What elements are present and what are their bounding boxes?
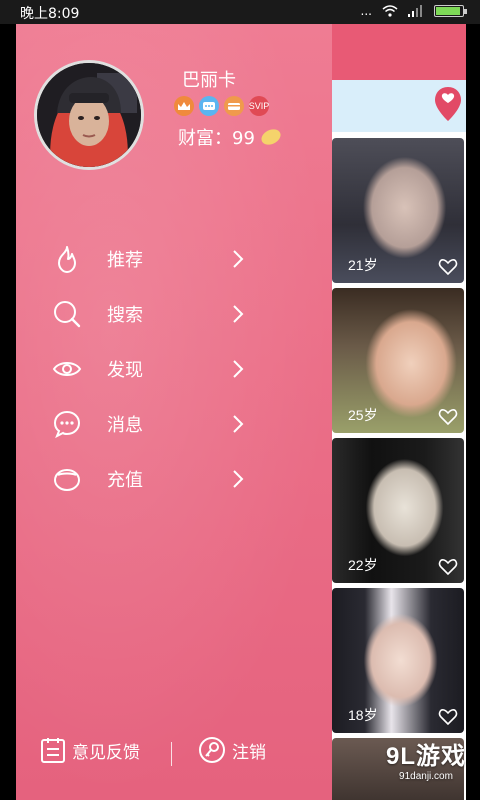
heart-icon[interactable]: [438, 257, 458, 277]
coin-icon: [258, 126, 283, 148]
photo-card[interactable]: 21岁: [332, 138, 464, 283]
avatar[interactable]: [34, 60, 144, 170]
app-header: [330, 24, 466, 80]
heart-icon[interactable]: [438, 557, 458, 577]
menu-label: 消息: [107, 415, 143, 436]
wifi-icon: [382, 5, 398, 17]
logout-button[interactable]: 注销: [198, 736, 266, 764]
chevron-right-icon: [233, 415, 244, 433]
wallet-icon: [54, 469, 80, 491]
photo-card[interactable]: 18岁: [332, 588, 464, 733]
nav-drawer: 巴丽卡 SVIP 财富：99 推荐 搜索 发现 消息 充值 意见反馈 注销: [16, 24, 332, 800]
message-icon: [53, 410, 81, 439]
status-bar: 晚上8:09 ...: [0, 0, 480, 24]
chevron-right-icon: [233, 360, 244, 378]
menu-item-recommend[interactable]: 推荐: [16, 237, 332, 281]
battery-icon: [434, 5, 467, 17]
app-banner[interactable]: [330, 80, 466, 132]
card-icon: [224, 96, 244, 116]
age-label: 25岁: [348, 407, 378, 423]
flame-icon: [58, 246, 76, 273]
avatar-image: [37, 63, 141, 167]
logout-label: 注销: [232, 742, 266, 763]
watermark-site: 91danji.com: [399, 771, 453, 782]
badge-row: SVIP: [174, 96, 269, 116]
footer-divider: [171, 742, 172, 766]
location-pin-icon: [435, 87, 461, 121]
key-icon: [199, 737, 225, 763]
menu-item-messages[interactable]: 消息: [16, 402, 332, 446]
drawer-footer: 意见反馈 注销: [16, 728, 332, 778]
age-label: 21岁: [348, 257, 378, 273]
status-time: 晚上8:09: [20, 6, 80, 22]
menu-item-recharge[interactable]: 充值: [16, 457, 332, 501]
status-icons: ...: [360, 4, 467, 18]
heart-icon[interactable]: [438, 707, 458, 727]
feedback-label: 意见反馈: [72, 742, 140, 763]
chevron-right-icon: [233, 305, 244, 323]
search-icon: [54, 301, 81, 328]
svip-icon: SVIP: [249, 96, 269, 116]
photo-card[interactable]: 22岁: [332, 438, 464, 583]
watermark-title: 9L游戏: [385, 743, 466, 770]
menu-label: 充值: [107, 470, 143, 491]
age-label: 18岁: [348, 707, 378, 723]
chevron-right-icon: [233, 250, 244, 268]
menu-label: 推荐: [107, 250, 143, 271]
menu-label: 搜索: [107, 305, 143, 326]
chat-icon: [199, 96, 219, 116]
age-label: 22岁: [348, 557, 378, 573]
crown-icon: [174, 96, 194, 116]
more-dots-icon: ...: [360, 4, 372, 18]
feedback-button[interactable]: 意见反馈: [40, 736, 140, 764]
wealth-row: 财富：99: [178, 124, 283, 150]
wealth-label: 财富：99: [178, 128, 255, 149]
username: 巴丽卡: [182, 70, 236, 91]
screen-edge: [466, 24, 480, 800]
menu-item-search[interactable]: 搜索: [16, 292, 332, 336]
chevron-right-icon: [233, 470, 244, 488]
photo-card[interactable]: 25岁: [332, 288, 464, 433]
eye-icon: [52, 362, 82, 376]
menu-label: 发现: [107, 360, 143, 381]
clipboard-icon: [41, 738, 65, 763]
heart-icon[interactable]: [438, 407, 458, 427]
signal-icon: [408, 5, 422, 17]
menu-item-discover[interactable]: 发现: [16, 347, 332, 391]
watermark-logo: 9L游戏 91danji.com: [386, 736, 466, 782]
background-app: 21岁 25岁 22岁 18岁: [330, 24, 466, 800]
